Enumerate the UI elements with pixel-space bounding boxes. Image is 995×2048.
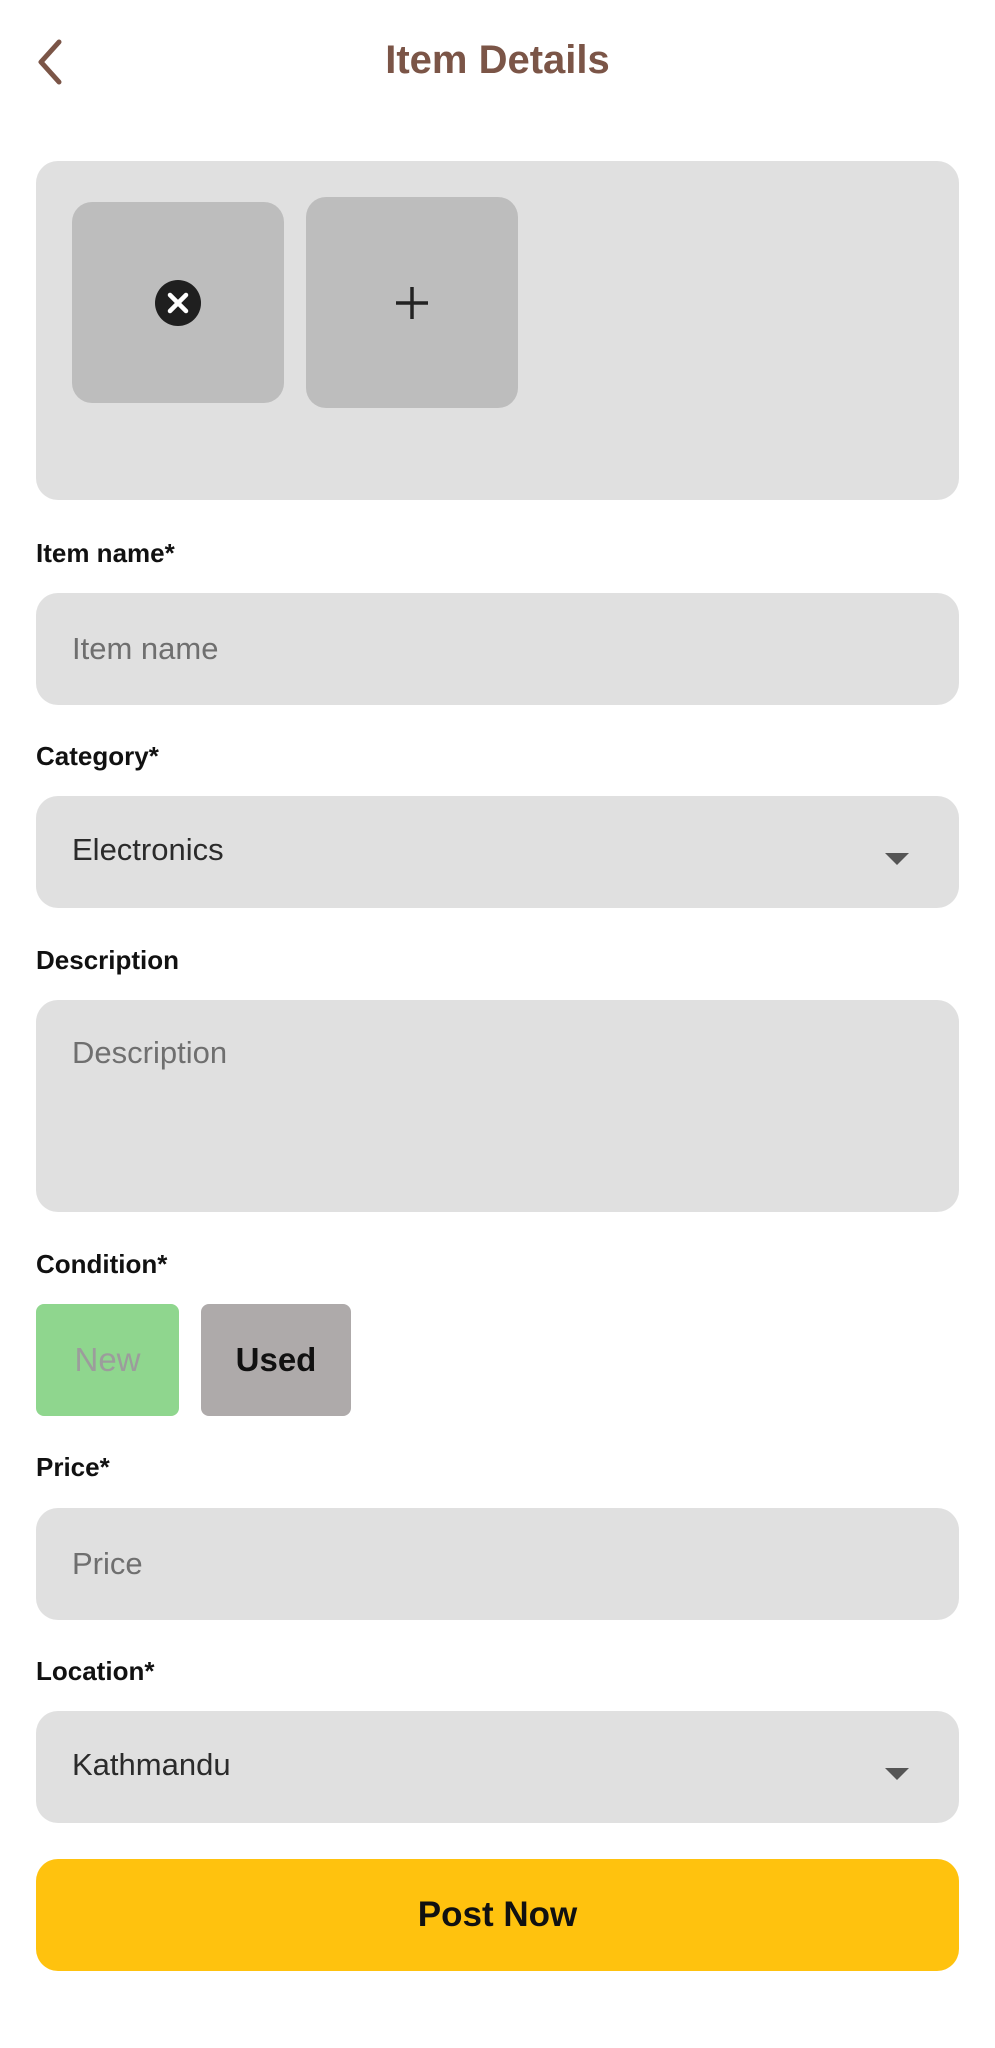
header: Item Details: [0, 0, 995, 128]
condition-used-button[interactable]: Used: [201, 1304, 351, 1416]
price-label: Price*: [36, 1452, 110, 1482]
category-value: Electronics: [72, 832, 224, 867]
remove-photo-button[interactable]: [155, 279, 201, 326]
item-name-label: Item name*: [36, 538, 175, 568]
description-input[interactable]: [36, 1000, 959, 1212]
category-dropdown[interactable]: Electronics: [36, 796, 959, 908]
description-label: Description: [36, 945, 180, 975]
condition-label: Condition*: [36, 1249, 168, 1279]
close-circle-icon: [155, 279, 201, 326]
location-label: Location*: [36, 1656, 155, 1686]
location-dropdown[interactable]: Kathmandu: [36, 1711, 959, 1823]
price-input[interactable]: [36, 1508, 959, 1620]
add-photo-button[interactable]: [306, 197, 518, 408]
page-title: Item Details: [385, 38, 610, 82]
category-label: Category*: [36, 741, 159, 771]
dropdown-arrow-icon: [885, 1768, 909, 1780]
dropdown-arrow-icon: [885, 853, 909, 865]
location-value: Kathmandu: [72, 1747, 231, 1782]
photo-thumbnail: [72, 202, 284, 403]
item-name-input[interactable]: [36, 593, 959, 705]
condition-new-button[interactable]: New: [36, 1304, 179, 1416]
post-now-button[interactable]: Post Now: [36, 1859, 959, 1971]
photo-gallery: [36, 161, 959, 500]
plus-icon: [394, 285, 430, 321]
